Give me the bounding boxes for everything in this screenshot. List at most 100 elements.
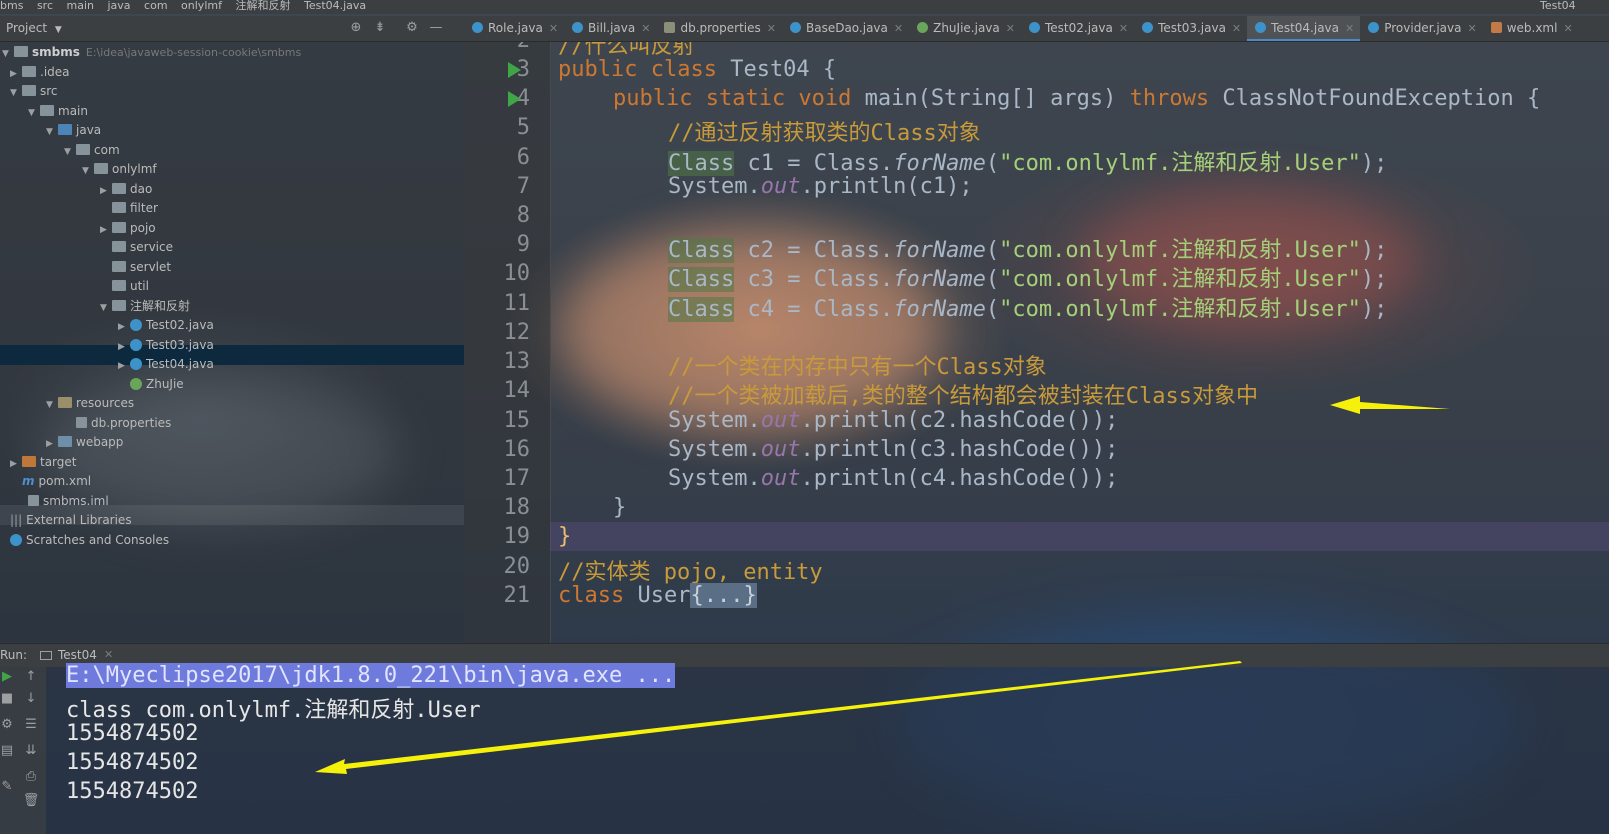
- code-line-print-c3: System.out.println(c3.hashCode());: [668, 437, 1119, 462]
- run-gutter-icon[interactable]: [508, 62, 521, 78]
- tree-node-resources[interactable]: ▼ resources: [46, 393, 134, 413]
- breadcrumb-item[interactable]: com: [144, 0, 168, 12]
- java-class-icon: [789, 22, 801, 33]
- run-gutter-icon[interactable]: [508, 91, 521, 107]
- close-icon[interactable]: ✕: [767, 22, 776, 35]
- java-class-icon: [1142, 22, 1154, 33]
- tab-db-properties[interactable]: db.properties ✕: [656, 16, 782, 41]
- breadcrumb-item[interactable]: onlylmf: [181, 0, 222, 12]
- tree-node-zhujie[interactable]: ZhuJie: [118, 374, 184, 394]
- close-icon[interactable]: ✕: [104, 648, 113, 661]
- line-number: 18: [503, 495, 531, 520]
- package-icon: [112, 222, 126, 233]
- tree-node-service[interactable]: service: [100, 237, 173, 257]
- tree-node-test03[interactable]: ▶ Test03.java: [118, 335, 214, 355]
- tree-node-servlet[interactable]: servlet: [100, 257, 171, 277]
- run-config-selector[interactable]: Test04: [1540, 0, 1576, 12]
- tree-node-reflection-package[interactable]: ▼ 注解和反射: [100, 296, 190, 316]
- breadcrumb-item[interactable]: 注解和反射: [235, 0, 290, 12]
- project-view-dropdown[interactable]: Project: [6, 21, 47, 35]
- chevron-down-icon[interactable]: ▼: [64, 142, 76, 162]
- close-icon[interactable]: ✕: [1006, 22, 1015, 35]
- line-number: 19: [503, 524, 531, 549]
- breadcrumb: bms src main java com onlylmf 注解和反射 Test…: [0, 0, 1609, 14]
- tree-node-iml[interactable]: smbms.iml: [28, 491, 109, 511]
- tree-node-test04[interactable]: ▶ Test04.java: [118, 354, 214, 374]
- tree-node-root[interactable]: ▼ smbms E:\idea\javaweb-session-cookie\smb…: [2, 42, 301, 62]
- tree-node-webapp[interactable]: ▶ webapp: [46, 432, 123, 452]
- gear-icon[interactable]: ⚙: [404, 20, 420, 36]
- tree-node-java[interactable]: ▼ java: [46, 120, 101, 140]
- breadcrumb-item[interactable]: main: [67, 0, 94, 12]
- breadcrumb-item[interactable]: java: [107, 0, 130, 12]
- close-icon[interactable]: ✕: [641, 22, 650, 35]
- line-number: 8: [516, 203, 530, 228]
- run-tab-icon: [40, 651, 52, 660]
- maven-icon: m: [22, 474, 35, 488]
- line-gutter: 2 3 4 5 6 7 8 9 10 11 12 13 14 15 16 17 …: [464, 42, 551, 643]
- tab-role[interactable]: Role.java ✕: [464, 16, 564, 41]
- chevron-down-icon[interactable]: ▼: [10, 83, 22, 103]
- chevron-down-icon[interactable]: ▼: [28, 103, 40, 123]
- tree-node-onlylmf[interactable]: ▼ onlylmf: [82, 159, 157, 179]
- tree-node-main[interactable]: ▼ main: [28, 101, 88, 121]
- tab-zhujie[interactable]: ZhuJie.java ✕: [909, 16, 1021, 41]
- folded-code-block[interactable]: {...}: [690, 583, 757, 608]
- chevron-right-icon[interactable]: ▶: [118, 317, 130, 337]
- chevron-down-icon[interactable]: ▼: [82, 161, 94, 181]
- close-icon[interactable]: ✕: [1345, 22, 1354, 35]
- tab-provider[interactable]: Provider.java ✕: [1360, 16, 1482, 41]
- tree-node-dao[interactable]: ▶ dao: [100, 179, 152, 199]
- close-icon[interactable]: ✕: [1232, 22, 1241, 35]
- minimize-icon[interactable]: —: [428, 20, 444, 36]
- chevron-down-icon[interactable]: ▼: [55, 25, 62, 35]
- chevron-down-icon[interactable]: ▼: [46, 122, 58, 142]
- breadcrumb-item[interactable]: bms: [0, 0, 23, 12]
- code-line-decl-c1: Class c1 = Class.forName("com.onlylmf.注解…: [668, 151, 1388, 176]
- breadcrumb-item[interactable]: Test04.java: [304, 0, 366, 12]
- breadcrumb-item[interactable]: src: [37, 0, 53, 12]
- tab-test02[interactable]: Test02.java ✕: [1021, 16, 1134, 41]
- code-comment: //实体类 pojo, entity: [558, 560, 823, 585]
- console-command-line[interactable]: E:\Myeclipse2017\jdk1.8.0_221\bin\java.e…: [66, 663, 676, 688]
- web-folder-icon: [58, 436, 72, 447]
- tree-node-external-libraries[interactable]: ||| External Libraries: [10, 510, 132, 530]
- chevron-down-icon[interactable]: ▼: [46, 395, 58, 415]
- target-icon[interactable]: ⊕: [348, 20, 364, 36]
- tab-test03[interactable]: Test03.java ✕: [1134, 16, 1247, 41]
- tab-web-xml[interactable]: web.xml ✕: [1483, 16, 1579, 41]
- tab-bill[interactable]: Bill.java ✕: [564, 16, 656, 41]
- chevron-down-icon[interactable]: ▼: [2, 44, 14, 64]
- console-output-line: 1554874502: [66, 779, 199, 804]
- code-editor[interactable]: 2 3 4 5 6 7 8 9 10 11 12 13 14 15 16 17 …: [464, 42, 1609, 643]
- tree-node-com[interactable]: ▼ com: [64, 140, 120, 160]
- tree-node-db-properties[interactable]: db.properties: [64, 413, 171, 433]
- tab-test04[interactable]: Test04.java ✕: [1247, 16, 1361, 41]
- tree-node-idea[interactable]: ▶ .idea: [10, 62, 70, 82]
- code-comment: //一个类在内存中只有一个Class对象: [668, 355, 1047, 380]
- java-class-icon: [130, 358, 142, 370]
- tree-node-filter[interactable]: filter: [100, 198, 158, 218]
- chevron-right-icon[interactable]: ▶: [118, 356, 130, 376]
- java-class-icon: [1028, 22, 1040, 33]
- run-tab[interactable]: Test04: [58, 648, 97, 662]
- tree-node-target[interactable]: ▶ target: [10, 452, 77, 472]
- close-icon[interactable]: ✕: [1467, 22, 1476, 35]
- code-line-class-decl: public class Test04 {: [558, 57, 837, 82]
- close-icon[interactable]: ✕: [1119, 22, 1128, 35]
- close-icon[interactable]: ✕: [549, 22, 558, 35]
- run-console[interactable]: E:\Myeclipse2017\jdk1.8.0_221\bin\java.e…: [46, 663, 1609, 834]
- chevron-right-icon[interactable]: ▶: [46, 434, 58, 454]
- tree-node-pom[interactable]: m pom.xml: [10, 471, 91, 491]
- excluded-folder-icon: [22, 456, 36, 467]
- close-icon[interactable]: ✕: [894, 22, 903, 35]
- tree-node-util[interactable]: util: [100, 276, 149, 296]
- tree-node-src[interactable]: ▼ src: [10, 81, 58, 101]
- tree-node-test02[interactable]: ▶ Test02.java: [118, 315, 214, 335]
- collapse-icon[interactable]: ⇟: [372, 20, 388, 36]
- tab-basedao[interactable]: BaseDao.java ✕: [782, 16, 909, 41]
- chevron-down-icon[interactable]: ▼: [100, 298, 112, 318]
- tree-node-scratches[interactable]: Scratches and Consoles: [10, 530, 169, 550]
- close-icon[interactable]: ✕: [1563, 22, 1572, 35]
- tree-node-pojo[interactable]: ▶ pojo: [100, 218, 156, 238]
